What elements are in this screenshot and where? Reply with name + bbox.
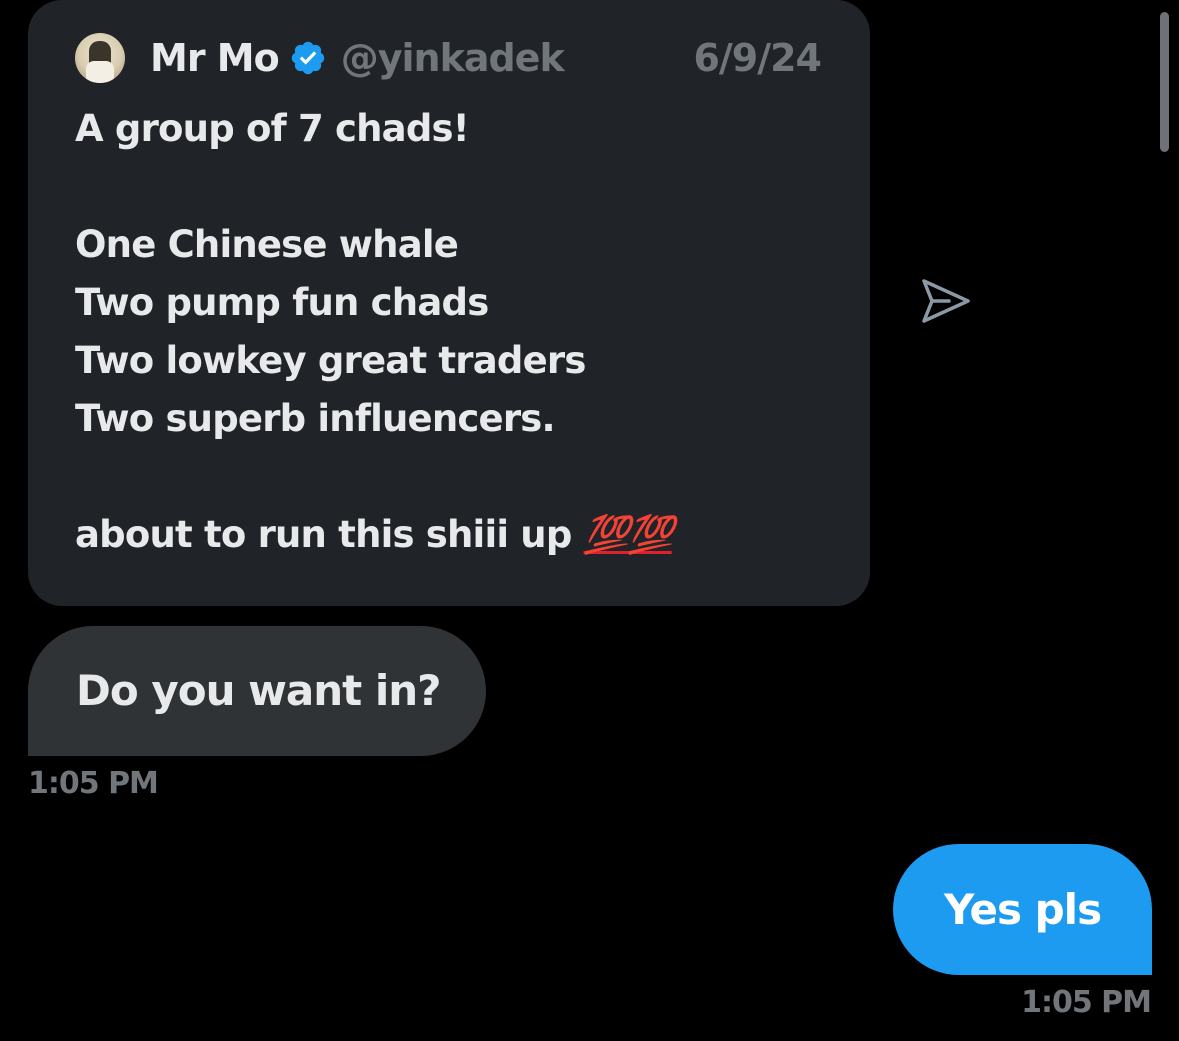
tweet-date: 6/9/24 <box>693 36 822 80</box>
tweet-text-line: Two pump fun chads <box>75 281 489 324</box>
sent-message-bubble[interactable]: Yes pls <box>893 844 1152 975</box>
hundred-points-emoji: 💯💯 <box>583 513 674 556</box>
dm-conversation: Mr Mo @yinkadek 6/9/24 A group of 7 chad… <box>0 0 1179 1041</box>
author-display-name[interactable]: Mr Mo <box>150 36 280 80</box>
quoted-tweet-text: A group of 7 chads! One Chinese whale Tw… <box>75 100 835 564</box>
tweet-text-last-line: about to run this shiii up 💯💯 <box>75 506 835 564</box>
sent-message-text: Yes pls <box>943 885 1102 934</box>
avatar-shirt <box>86 61 114 83</box>
received-message-timestamp: 1:05 PM <box>28 766 159 801</box>
scrollbar[interactable] <box>1160 12 1169 152</box>
verified-badge-icon <box>291 41 324 75</box>
quoted-tweet-header: Mr Mo @yinkadek <box>75 30 565 86</box>
sent-message-timestamp: 1:05 PM <box>1021 985 1152 1020</box>
received-message-bubble[interactable]: Do you want in? <box>28 626 486 756</box>
tweet-text-last-line-words: about to run this shiii up <box>75 513 572 556</box>
quoted-tweet-card[interactable]: Mr Mo @yinkadek 6/9/24 A group of 7 chad… <box>28 0 870 606</box>
profile-avatar[interactable] <box>75 33 125 83</box>
send-icon[interactable] <box>919 276 973 326</box>
tweet-text-line: Two lowkey great traders <box>75 339 586 382</box>
tweet-text-line: Two superb influencers. <box>75 397 556 440</box>
author-handle[interactable]: @yinkadek <box>341 36 565 80</box>
received-message-text: Do you want in? <box>76 666 441 715</box>
tweet-text-line: A group of 7 chads! <box>75 107 470 150</box>
tweet-text-line: One Chinese whale <box>75 223 459 266</box>
